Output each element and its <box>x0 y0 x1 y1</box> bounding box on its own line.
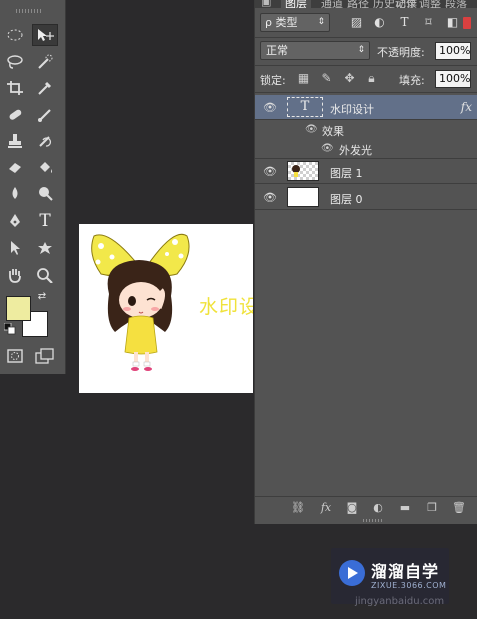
brush-tool-icon[interactable] <box>32 104 58 126</box>
watermark-text: 水印设 <box>199 296 253 318</box>
divider <box>255 65 477 66</box>
move-tool-icon[interactable] <box>32 24 58 46</box>
blend-row: 正常 ⇕ 不透明度: 100% <box>255 40 477 64</box>
history-brush-tool-icon[interactable] <box>32 130 58 152</box>
document-canvas[interactable]: 水印设 <box>79 224 253 393</box>
custom-shape-tool-icon[interactable] <box>32 237 58 259</box>
pen-tool-icon[interactable] <box>2 210 28 232</box>
panel-tab-bar: ▣ 图层 通道 路径 历史记录 动作 调整 段落 <box>255 0 477 8</box>
eye-icon[interactable]: 👁︎ <box>305 124 318 136</box>
layer-filter-row: ρ 类型 ⇕ ▨ ◐ T ⌑ ◧ <box>255 9 477 37</box>
new-layer-icon[interactable]: ❐ <box>425 501 439 515</box>
tab-layers[interactable]: 图层 <box>281 0 311 8</box>
clone-stamp-tool-icon[interactable] <box>2 130 28 152</box>
logo-title: 溜溜自学 <box>371 562 440 581</box>
effects-row: 👁︎ 效果 <box>255 120 477 139</box>
filter-adjustment-icon[interactable]: ◐ <box>372 15 387 30</box>
path-selection-tool-icon[interactable] <box>2 237 28 259</box>
add-mask-icon[interactable]: ◙ <box>345 501 359 515</box>
opacity-label: 不透明度: <box>377 46 425 59</box>
dodge-tool-icon[interactable] <box>32 182 58 204</box>
default-colors-icon[interactable] <box>3 322 17 336</box>
effect-outer-glow-label[interactable]: 外发光 <box>339 142 372 158</box>
screen-mode-icon[interactable] <box>32 345 58 367</box>
panel-resize-grip[interactable] <box>363 519 383 522</box>
eye-icon[interactable]: 👁︎ <box>263 191 277 205</box>
filter-kind-label: ρ 类型 <box>265 16 298 29</box>
elliptical-marquee-tool-icon[interactable] <box>2 24 28 46</box>
adjustment-layer-icon[interactable]: ◐ <box>371 501 385 515</box>
effect-outer-glow-row: 👁︎ 外发光 <box>255 139 477 158</box>
panel-bottom-bar: ⛓︎ fx ◙ ◐ ▬ ❐ 🗑︎ <box>255 496 477 518</box>
filter-kind-select[interactable]: ρ 类型 ⇕ <box>260 13 330 32</box>
tab-channels[interactable]: 通道 <box>321 0 343 8</box>
layer-row-background[interactable]: 👁︎ 图层 0 <box>255 185 477 210</box>
logo-subtitle: ZIXUE.3066.COM <box>371 581 447 590</box>
updown-icon: ⇕ <box>357 45 365 55</box>
eye-icon[interactable]: 👁︎ <box>263 165 277 179</box>
lasso-tool-icon[interactable] <box>2 51 28 73</box>
quick-mask-icon[interactable] <box>2 345 28 367</box>
filter-toggle-icon[interactable] <box>463 17 471 29</box>
new-group-icon[interactable]: ▬ <box>398 501 412 515</box>
divider <box>255 37 477 38</box>
paint-bucket-tool-icon[interactable] <box>32 156 58 178</box>
layer-name[interactable]: 水印设计 <box>330 101 374 117</box>
zoom-tool-icon[interactable] <box>32 264 58 286</box>
foreground-color-swatch[interactable] <box>6 296 31 321</box>
logo-url: jingyanbaidu.com <box>355 596 445 607</box>
toolbox-grip[interactable] <box>16 9 42 13</box>
filter-pixel-icon[interactable]: ▨ <box>349 15 364 30</box>
layer-row-text[interactable]: 👁︎ T 水印设计 fx <box>255 95 477 120</box>
toolbox: T ⇄ <box>0 0 66 374</box>
layer-thumbnail <box>287 187 319 207</box>
type-tool-icon[interactable]: T <box>32 210 58 232</box>
swap-colors-icon[interactable]: ⇄ <box>34 289 50 303</box>
opacity-field[interactable]: 100% <box>435 42 471 60</box>
filter-smart-object-icon[interactable]: ◧ <box>445 15 460 30</box>
layer-name[interactable]: 图层 1 <box>330 165 363 181</box>
fill-field[interactable]: 100% <box>435 70 471 88</box>
lock-image-pixels-icon[interactable]: ✎ <box>319 71 334 86</box>
lock-position-icon[interactable]: ✥ <box>342 71 357 86</box>
quick-selection-tool-icon[interactable] <box>32 51 58 73</box>
tab-actions[interactable]: 动作 <box>395 0 417 8</box>
add-style-icon[interactable]: fx <box>319 501 333 515</box>
blend-mode-select[interactable]: 正常 ⇕ <box>260 41 370 60</box>
lock-all-icon[interactable]: 🔒︎ <box>364 71 379 86</box>
lock-label: 锁定: <box>260 74 286 87</box>
tab-layers-icon[interactable]: ▣ <box>261 0 271 8</box>
delete-layer-icon[interactable]: 🗑︎ <box>452 501 466 515</box>
lock-transparent-pixels-icon[interactable]: ▦ <box>296 71 311 86</box>
lock-row: 锁定: ▦ ✎ ✥ 🔒︎ 填充: 100% <box>255 68 477 90</box>
divider <box>255 92 477 93</box>
filter-shape-icon[interactable]: ⌑ <box>421 15 436 30</box>
tab-adjustments[interactable]: 调整 <box>419 0 441 8</box>
tab-paragraph[interactable]: 段落 <box>445 0 467 8</box>
fill-label: 填充: <box>399 74 425 87</box>
effects-label: 效果 <box>322 125 344 138</box>
layers-panel: ▣ 图层 通道 路径 历史记录 动作 调整 段落 ρ 类型 ⇕ ▨ ◐ T ⌑ … <box>254 0 477 524</box>
fx-icon[interactable]: fx <box>461 100 472 114</box>
tab-paths[interactable]: 路径 <box>347 0 369 8</box>
eye-icon[interactable]: 👁︎ <box>321 143 334 155</box>
layer-thumbnail <box>287 161 319 181</box>
link-layers-icon[interactable]: ⛓︎ <box>291 501 305 515</box>
filter-type-icon[interactable]: T <box>397 15 412 30</box>
healing-brush-tool-icon[interactable] <box>2 104 28 126</box>
logo-play-icon <box>339 560 365 586</box>
hand-tool-icon[interactable] <box>2 264 28 286</box>
blur-tool-icon[interactable] <box>2 182 28 204</box>
updown-icon: ⇕ <box>317 17 325 27</box>
layer-row-image[interactable]: 👁︎ 图层 1 <box>255 159 477 184</box>
eraser-tool-icon[interactable] <box>2 156 28 178</box>
eye-icon[interactable]: 👁︎ <box>263 101 277 115</box>
text-layer-thumb-icon: T <box>287 97 323 117</box>
crop-tool-icon[interactable] <box>2 77 28 99</box>
eyedropper-tool-icon[interactable] <box>32 77 58 99</box>
layer-name[interactable]: 图层 0 <box>330 191 363 207</box>
blend-mode-value: 正常 <box>266 44 288 57</box>
